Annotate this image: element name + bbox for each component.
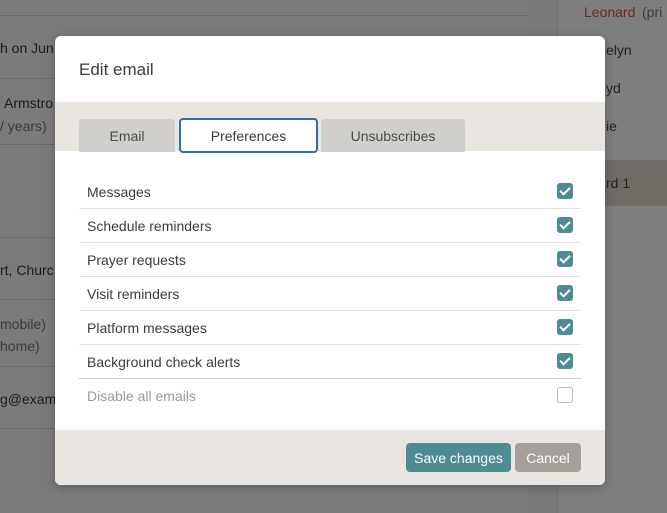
background-text: Armstro	[4, 95, 53, 111]
background-text: home)	[0, 338, 40, 354]
tab-preferences[interactable]: Preferences	[179, 118, 318, 153]
preference-row-disable-all-emails: Disable all emails	[79, 378, 581, 412]
preference-row-prayer-requests: Prayer requests	[79, 243, 581, 277]
background-text: rt, Churc	[0, 262, 54, 278]
preference-label: Prayer requests	[87, 251, 186, 268]
visit-reminders-checkbox[interactable]	[557, 285, 573, 301]
background-check-alerts-checkbox[interactable]	[557, 353, 573, 369]
platform-messages-checkbox[interactable]	[557, 319, 573, 335]
preference-label: Platform messages	[87, 319, 207, 336]
background-text: / years)	[0, 118, 47, 134]
messages-checkbox[interactable]	[557, 183, 573, 199]
preference-row-visit-reminders: Visit reminders	[79, 277, 581, 311]
preference-label: Disable all emails	[87, 387, 196, 404]
background-text: mobile)	[0, 316, 46, 332]
cancel-button[interactable]: Cancel	[515, 443, 581, 472]
tab-email[interactable]: Email	[79, 119, 175, 152]
preferences-list: Messages Schedule reminders Prayer reque…	[79, 175, 581, 412]
schedule-reminders-checkbox[interactable]	[557, 217, 573, 233]
preference-row-messages: Messages	[79, 175, 581, 209]
tab-unsubscribes[interactable]: Unsubscribes	[321, 119, 465, 152]
preference-row-platform-messages: Platform messages	[79, 311, 581, 345]
disable-all-emails-checkbox[interactable]	[557, 387, 573, 403]
background-text: (pri	[642, 4, 663, 20]
preference-label: Schedule reminders	[87, 217, 212, 234]
preference-row-background-check-alerts: Background check alerts	[79, 345, 581, 378]
edit-email-modal: Edit email Email Preferences Unsubscribe…	[55, 36, 605, 485]
background-text: yd	[606, 80, 621, 96]
preference-label: Background check alerts	[87, 353, 241, 370]
background-text: ie	[606, 118, 617, 134]
preference-label: Messages	[87, 183, 151, 200]
modal-title: Edit email	[79, 60, 154, 79]
background-text: h on Jun	[0, 40, 54, 56]
preference-row-schedule-reminders: Schedule reminders	[79, 209, 581, 243]
background-text: elyn	[606, 42, 632, 58]
tab-bar: Email Preferences Unsubscribes	[55, 102, 605, 153]
modal-footer: Save changes Cancel	[55, 430, 605, 485]
background-text: Leonard	[584, 4, 636, 20]
divider	[0, 15, 529, 16]
preference-label: Visit reminders	[87, 285, 180, 302]
background-text: rd 1	[606, 175, 631, 191]
prayer-requests-checkbox[interactable]	[557, 251, 573, 267]
save-changes-button[interactable]: Save changes	[406, 443, 511, 472]
